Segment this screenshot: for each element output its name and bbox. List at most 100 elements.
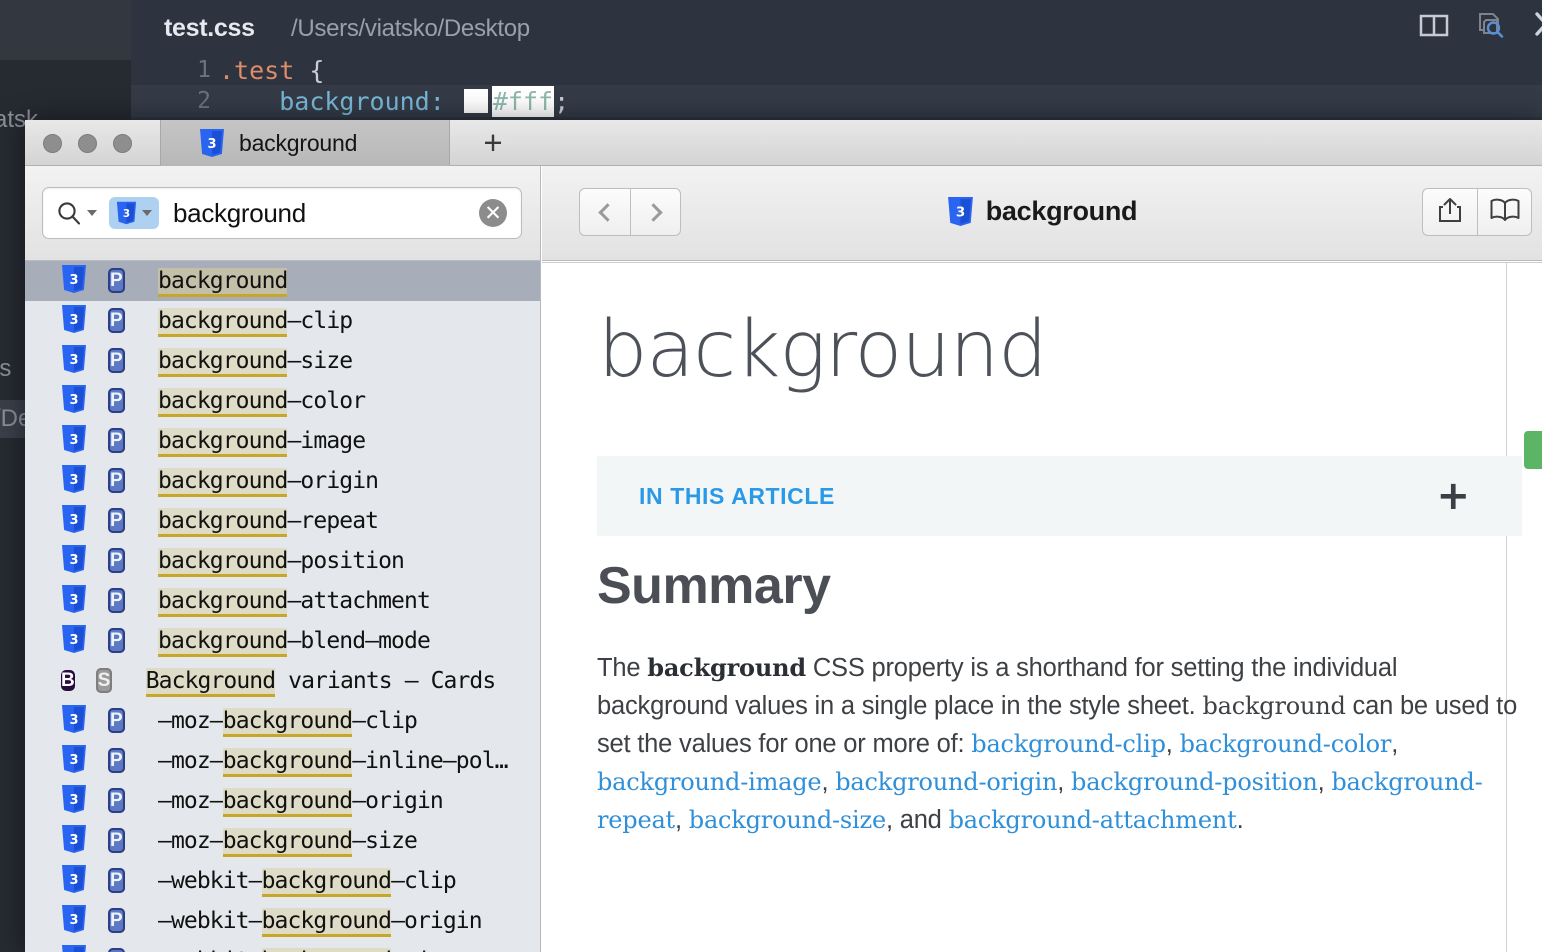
svg-text:3: 3 — [956, 206, 965, 221]
tab-background[interactable]: 3 background — [160, 120, 450, 166]
result-label: background–blend–mode — [158, 628, 431, 657]
property-badge-icon: P — [108, 708, 125, 733]
split-pane-icon[interactable] — [1417, 8, 1451, 42]
result-label: background–position — [158, 548, 405, 577]
in-this-article-panel[interactable]: IN THIS ARTICLE + — [597, 456, 1522, 536]
result-row[interactable]: 3 Pbackground–position — [25, 541, 540, 581]
css3-shield-icon: 3 — [61, 824, 87, 859]
para-text: . — [1236, 806, 1244, 834]
document-search-icon[interactable] — [1474, 8, 1508, 42]
search-scope-css[interactable]: 3 — [109, 197, 159, 229]
result-row[interactable]: 3 P –moz–background–origin — [25, 781, 540, 821]
bookmarks-button[interactable] — [1477, 188, 1532, 236]
property-badge-icon: P — [108, 908, 125, 933]
search-icon[interactable] — [56, 200, 82, 226]
new-tab-button[interactable]: + — [477, 126, 509, 160]
clear-search-icon[interactable]: ✕ — [479, 199, 507, 227]
svg-text:3: 3 — [69, 793, 78, 808]
result-row[interactable]: 3 Pbackground–attachment — [25, 581, 540, 621]
search-input[interactable]: background — [173, 198, 479, 229]
property-link[interactable]: background-image — [597, 768, 822, 796]
search-field[interactable]: 3 background ✕ — [42, 187, 522, 239]
scope-chevron-down-icon[interactable] — [142, 210, 152, 216]
result-label: background–origin — [158, 468, 379, 497]
css-value-selected[interactable]: #fff — [491, 86, 555, 117]
svg-text:3: 3 — [69, 713, 78, 728]
forward-button[interactable] — [630, 188, 681, 236]
result-row[interactable]: 3 P –webkit–background–clip — [25, 861, 540, 901]
result-row[interactable]: 3 P –webkit–background–origin — [25, 901, 540, 941]
property-link[interactable]: background-clip — [971, 730, 1166, 758]
line-number-1: 1 — [197, 57, 211, 83]
result-row[interactable]: 3 P –moz–background–size — [25, 821, 540, 861]
property-link[interactable]: background-size — [689, 806, 886, 834]
css3-shield-icon: 3 — [61, 344, 87, 379]
color-swatch-icon[interactable] — [463, 89, 488, 113]
css-property: background: — [279, 87, 445, 116]
editor-ghost-text-2: es — [0, 355, 12, 382]
result-row[interactable]: 3 P –moz–background–inline–pol… — [25, 741, 540, 781]
css3-shield-icon: 3 — [61, 624, 87, 659]
property-badge-icon: P — [108, 948, 134, 952]
css-semicolon: ; — [554, 87, 570, 116]
result-label: background — [158, 268, 288, 297]
property-badge-icon: P — [108, 748, 125, 773]
property-badge-icon: P — [108, 388, 125, 413]
result-row[interactable]: 3 Pbackground–size — [25, 341, 540, 381]
css-open-brace: { — [294, 56, 325, 85]
css3-shield-icon: 3 — [61, 744, 87, 779]
result-label: background–repeat — [158, 508, 379, 537]
result-row[interactable]: 3 Pbackground — [25, 261, 540, 301]
result-label: –webkit–background–clip — [158, 868, 457, 897]
status-badge[interactable] — [1524, 431, 1542, 469]
result-row[interactable]: 3 Pbackground–blend–mode — [25, 621, 540, 661]
window-minimize-button[interactable] — [78, 134, 97, 153]
window-maximize-button[interactable] — [113, 134, 132, 153]
property-link[interactable]: background-origin — [835, 768, 1057, 796]
result-row[interactable]: B S Background variants – Cards — [25, 661, 540, 701]
svg-text:3: 3 — [69, 553, 78, 568]
svg-text:3: 3 — [69, 873, 78, 888]
result-row[interactable]: 3 Pbackground–repeat — [25, 501, 540, 541]
content-title-bar: 3 background — [542, 196, 1542, 227]
property-badge-icon: P — [108, 788, 125, 813]
result-row[interactable]: 3 Pbackground–color — [25, 381, 540, 421]
back-button[interactable] — [579, 188, 630, 236]
chevrons-right-icon[interactable] — [1529, 4, 1542, 44]
result-row[interactable]: 3 Pbackground–clip — [25, 301, 540, 341]
css3-shield-icon: 3 — [61, 504, 87, 539]
search-toolbar: 3 background ✕ — [25, 166, 540, 261]
result-row[interactable]: 3 Pbackground–origin — [25, 461, 540, 501]
para-text: , and — [885, 806, 949, 834]
search-mode-chevron-down-icon[interactable] — [87, 210, 97, 216]
property-link[interactable]: background-position — [1071, 768, 1318, 796]
property-badge-icon: P — [108, 548, 125, 573]
result-row[interactable]: 3 P –webkit–background–size — [25, 941, 540, 952]
inline-mono: background — [1202, 692, 1346, 720]
documentation-scroll-area[interactable]: background IN THIS ARTICLE + Summary The… — [542, 262, 1542, 952]
window-close-button[interactable] — [43, 134, 62, 153]
result-label: background–attachment — [158, 588, 431, 617]
property-badge-icon: P — [108, 588, 125, 613]
css3-shield-icon: 3 — [61, 944, 87, 952]
inline-code: background — [647, 653, 806, 682]
result-label: Background variants – Cards — [145, 668, 496, 697]
para-text: The — [597, 654, 648, 682]
code-line-1[interactable]: 1 .test { — [131, 54, 1542, 86]
svg-text:3: 3 — [69, 633, 78, 648]
para-text: , — [1165, 730, 1180, 758]
property-link[interactable]: background-attachment — [949, 806, 1237, 834]
property-link[interactable]: background-color — [1180, 730, 1392, 758]
editor-sidebar-header — [0, 0, 131, 60]
result-label: –moz–background–origin — [158, 788, 444, 817]
code-line-2[interactable]: 2 background: #fff; — [131, 85, 1542, 117]
result-row[interactable]: 3 P –moz–background–clip — [25, 701, 540, 741]
search-results-list[interactable]: 3 Pbackground 3 Pbackground–clip 3 Pback… — [25, 261, 540, 952]
share-button[interactable] — [1422, 188, 1477, 236]
expand-plus-icon[interactable]: + — [1436, 476, 1470, 516]
result-row[interactable]: 3 Pbackground–image — [25, 421, 540, 461]
result-label: background–color — [158, 388, 366, 417]
code-line-1-text: .test { — [219, 56, 324, 85]
property-badge-icon: P — [108, 828, 125, 853]
result-label: background–clip — [158, 308, 353, 337]
